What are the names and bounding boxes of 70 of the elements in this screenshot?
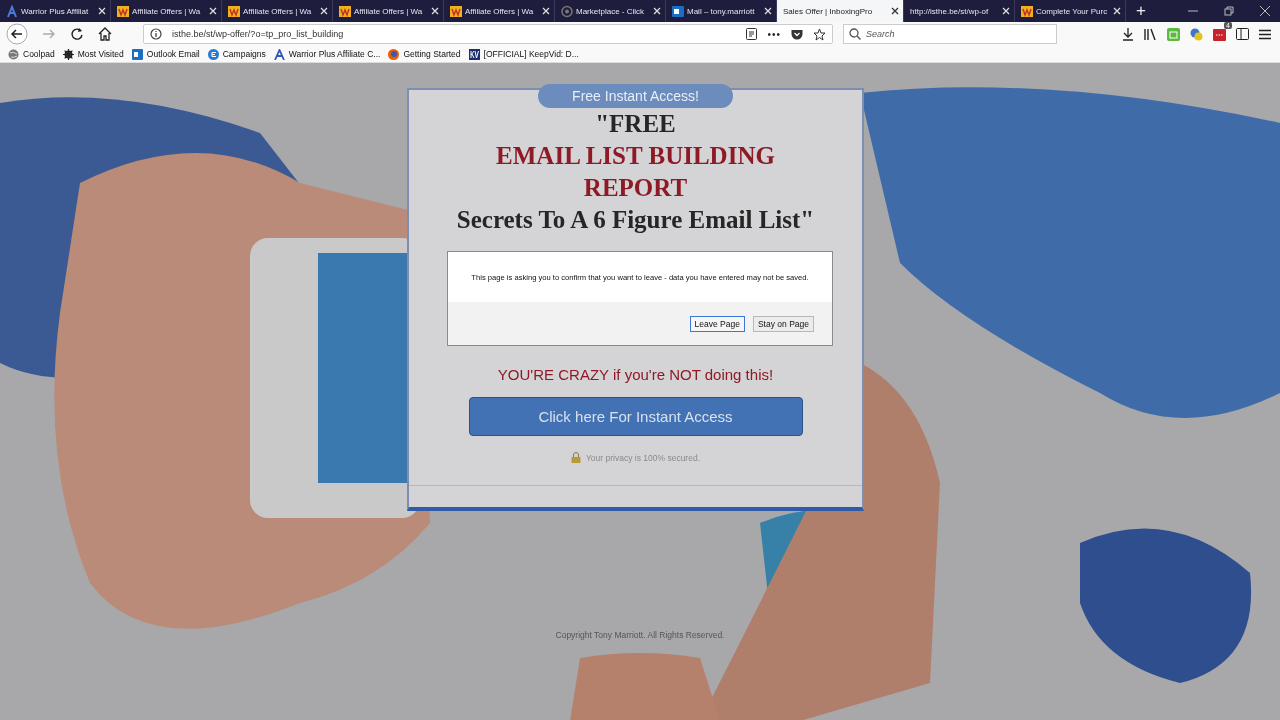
access-button[interactable]: Click here For Instant Access: [468, 397, 803, 436]
dialog-button[interactable]: Leave Page: [689, 315, 745, 332]
dialog-button[interactable]: Stay on Page: [752, 315, 814, 332]
w-logo-icon: [450, 4, 462, 18]
w-logo-icon: [228, 4, 240, 18]
bookmark-label: Outlook Email: [146, 49, 200, 59]
browser-tab[interactable]: Sales Offer | InboxingPro: [777, 0, 904, 22]
bookmark-item[interactable]: Most Visited: [62, 48, 124, 60]
privacy-note: Your privacy is 100% secured.: [586, 452, 700, 463]
tab-title: Affiliate Offers | Wa: [132, 6, 202, 16]
headline-text: EMAIL LIST BUILDING: [496, 141, 775, 171]
address-bar[interactable]: isthe.be/st/wp-offer/?o=tp_pro_list_building •••: [143, 24, 833, 44]
headline-text: "FREE: [595, 109, 676, 139]
bookmark-item[interactable]: Getting Started: [388, 48, 461, 60]
mail-icon: [672, 4, 684, 18]
tab-title: http://isthe.be/st/wp-of: [910, 6, 990, 16]
more-actions-button[interactable]: •••: [767, 28, 781, 40]
bookmark-item[interactable]: Campaigns: [207, 48, 266, 60]
bookmark-label: Coolpad: [23, 49, 55, 59]
restore-icon[interactable]: [1224, 6, 1234, 16]
menu-icon[interactable]: [1259, 28, 1271, 40]
reload-icon[interactable]: [70, 27, 84, 41]
bookmark-label: Getting Started: [403, 49, 461, 59]
ribbon-banner: Free Instant Access!: [538, 84, 733, 108]
copyright-text: Copyright Tony Marriott. All Rights Reserved.: [554, 630, 726, 640]
extension-icon[interactable]: [1213, 27, 1226, 41]
firefox-icon: [388, 48, 400, 60]
warrior-icon: [273, 48, 285, 60]
download-icon[interactable]: [1122, 27, 1134, 41]
extension-icon[interactable]: [1190, 27, 1203, 41]
search-icon: [849, 28, 861, 40]
tab-title: Marketplace - Click: [576, 6, 645, 16]
tab-title: Warrior Plus Affiliat: [21, 6, 90, 16]
bookmark-label: Warrior Plus Affiliate C...: [288, 49, 381, 59]
tab-title: Mail – tony.marriott: [687, 6, 756, 16]
globe-icon: [561, 4, 573, 18]
sidebar-icon[interactable]: [1236, 28, 1249, 40]
close-icon[interactable]: [1260, 6, 1270, 16]
back-icon[interactable]: [6, 23, 28, 45]
w-logo-icon: [117, 4, 129, 18]
headline-text: REPORT: [583, 173, 688, 203]
close-icon[interactable]: [891, 7, 899, 15]
bookmark-item[interactable]: Coolpad: [8, 48, 55, 60]
home-icon[interactable]: [98, 27, 112, 41]
info-icon[interactable]: [150, 28, 162, 40]
tab-title: Affiliate Offers | Wa: [243, 6, 313, 16]
tab-title: Affiliate Offers | Wa: [354, 6, 424, 16]
w-logo-icon: [1021, 4, 1033, 18]
bookmark-label: Campaigns: [222, 49, 266, 59]
new-tab-button[interactable]: +: [1126, 0, 1156, 22]
tab-title: Sales Offer | InboxingPro: [783, 6, 874, 16]
bookmark-label: [OFFICIAL] KeepVid: D...: [483, 49, 579, 59]
tab-title: Complete Your Purc: [1036, 6, 1109, 16]
bookmark-item[interactable]: Outlook Email: [131, 48, 200, 60]
library-icon[interactable]: [1144, 28, 1157, 40]
bookmark-item[interactable]: [OFFICIAL] KeepVid: D...: [468, 48, 579, 60]
tab-title: Affiliate Offers | Wa: [465, 6, 535, 16]
search-field[interactable]: Search: [843, 24, 1057, 44]
url-text: isthe.be/st/wp-offer/?o=tp_pro_list_building: [172, 29, 344, 39]
bookmark-label: Most Visited: [77, 49, 124, 59]
warning-text: YOU'RE CRAZY if you're NOT doing this!: [497, 366, 774, 383]
headline-text: Secrets To A 6 Figure Email List": [456, 205, 815, 235]
w-logo-icon: [339, 4, 351, 18]
warrior-icon: [6, 4, 18, 18]
bookmark-item[interactable]: Warrior Plus Affiliate C...: [273, 48, 381, 60]
star-icon[interactable]: [813, 27, 826, 41]
gear-icon: [62, 48, 74, 60]
reader-view-icon[interactable]: [746, 28, 758, 40]
lock-icon: [571, 452, 581, 463]
pocket-icon[interactable]: [791, 28, 803, 40]
